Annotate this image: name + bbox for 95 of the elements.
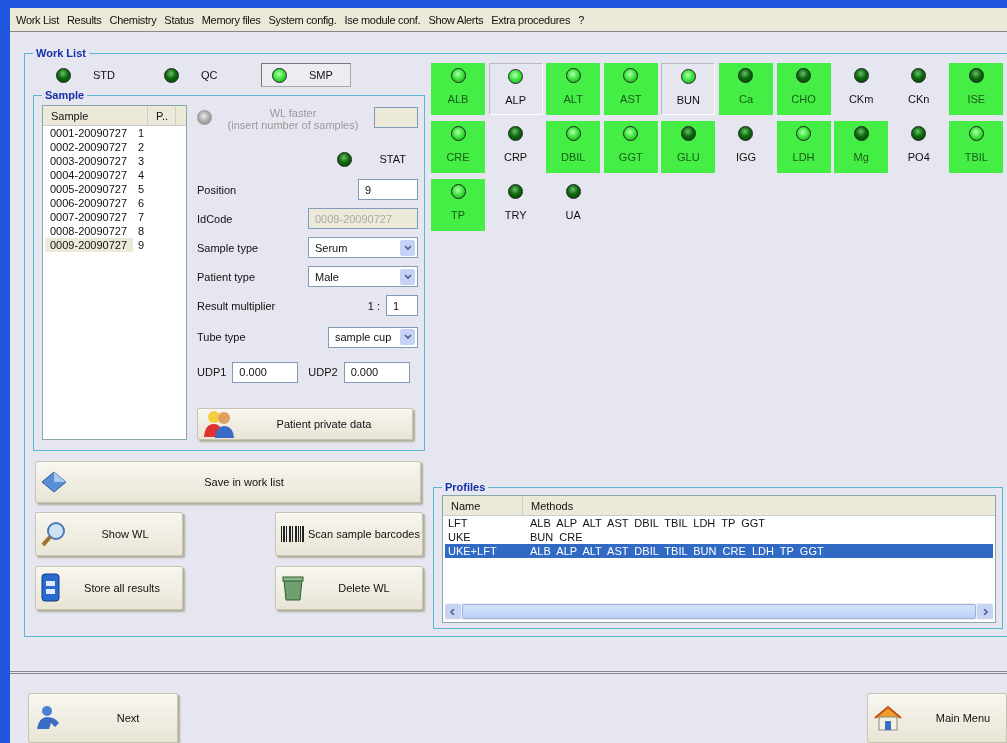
action-button[interactable]: Save in work list: [35, 461, 421, 503]
menu-item[interactable]: Ise module conf.: [341, 13, 426, 26]
profile-row[interactable]: UKE BUN CRE: [445, 530, 994, 544]
test-tile[interactable]: ALB: [431, 63, 485, 115]
menu-item[interactable]: Work List: [13, 13, 64, 26]
action-button[interactable]: Store all results: [35, 566, 183, 610]
field-label: Sample type: [197, 241, 259, 254]
people-icon: [202, 409, 236, 439]
test-tile[interactable]: GGT: [603, 121, 658, 173]
chevron-icon: [403, 273, 412, 280]
menu-item[interactable]: Show Alerts: [425, 13, 489, 26]
menu-item[interactable]: Extra procedures: [488, 13, 576, 26]
field-label: Result multiplier: [197, 299, 276, 312]
menu-item[interactable]: Status: [161, 13, 199, 26]
mode-option[interactable]: SMP: [261, 63, 351, 87]
text-field[interactable]: 1: [386, 295, 418, 316]
test-tile[interactable]: Ca: [718, 63, 773, 115]
sample-row[interactable]: 0005-20090727 5: [43, 182, 186, 196]
test-tile[interactable]: AST: [603, 63, 658, 115]
sample-row[interactable]: 0007-20090727 7: [43, 210, 186, 224]
test-tile[interactable]: ALP: [488, 63, 543, 115]
sample-row[interactable]: 0004-20090727 4: [43, 168, 186, 182]
mode-option[interactable]: QC: [153, 63, 261, 87]
test-tile[interactable]: CKm: [834, 63, 889, 115]
trash-icon: [280, 574, 306, 602]
test-tile[interactable]: CHO: [776, 63, 831, 115]
dropdown[interactable]: sample cup: [328, 326, 418, 348]
chevron-icon: [403, 334, 412, 340]
test-tile[interactable]: BUN: [661, 63, 716, 115]
nav-button[interactable]: Next: [28, 693, 178, 743]
field-label: IdCode: [197, 212, 233, 225]
stat-led[interactable]: [336, 151, 352, 167]
test-tile[interactable]: TBIL: [949, 121, 1004, 173]
test-tile[interactable]: GLU: [661, 121, 716, 173]
action-button[interactable]: Delete WL: [275, 566, 423, 610]
test-tile[interactable]: CRP: [488, 121, 543, 173]
field-label: Tube type: [197, 331, 246, 343]
column-header[interactable]: P..: [148, 106, 176, 125]
field-label: Patient type: [197, 270, 256, 283]
test-tile[interactable]: LDH: [776, 121, 831, 173]
column-header[interactable]: Name: [443, 496, 523, 515]
chevron-icon: [981, 608, 990, 615]
menu-item[interactable]: Chemistry: [106, 13, 162, 26]
panel-title: Profiles: [444, 481, 487, 493]
sample-row[interactable]: 0002-20090727 2: [43, 140, 186, 154]
diamond-icon: [40, 470, 68, 494]
action-button[interactable]: Show WL: [35, 512, 183, 556]
sample-row[interactable]: 0006-20090727 6: [43, 196, 186, 210]
sample-row[interactable]: 0008-20090727 8: [43, 224, 186, 238]
magnifier-icon: [40, 520, 68, 548]
sample-row[interactable]: 0001-20090727 1: [43, 126, 186, 140]
test-tile[interactable]: DBIL: [546, 121, 601, 173]
wl-faster-hint: (insert number of samples): [227, 119, 359, 131]
menu-item[interactable]: Results: [63, 13, 107, 26]
house-icon: [872, 704, 904, 732]
column-header[interactable]: Methods: [523, 496, 983, 515]
patient-data-button[interactable]: Patient private data: [197, 408, 413, 440]
wl-faster-label: WL faster: [269, 107, 317, 119]
barcode-icon: [280, 525, 304, 543]
document-icon: [40, 573, 62, 603]
test-tile[interactable]: Mg: [834, 121, 889, 173]
mode-option[interactable]: STD: [45, 63, 153, 87]
test-tile[interactable]: ALT: [546, 63, 601, 115]
nav-button[interactable]: Main Menu: [867, 693, 1007, 743]
field-label: UDP1: [197, 366, 227, 378]
menu-item[interactable]: Memory files: [198, 13, 266, 26]
test-tile[interactable]: CRE: [431, 121, 485, 173]
menu-item[interactable]: ?: [575, 13, 589, 26]
stat-label: STAT: [379, 153, 406, 165]
test-tile[interactable]: TRY: [488, 179, 543, 231]
panel-title: Sample: [44, 89, 86, 101]
panel-title: Work List: [35, 47, 87, 59]
dropdown[interactable]: Male: [308, 266, 418, 287]
test-tile[interactable]: CKn: [891, 63, 946, 115]
field-label: UDP2: [308, 366, 338, 378]
text-field[interactable]: 0.000: [232, 361, 299, 383]
menu-item[interactable]: System config.: [265, 13, 342, 26]
text-field[interactable]: 9: [358, 179, 418, 200]
chevron-icon: [403, 244, 412, 251]
test-tile[interactable]: UA: [546, 179, 601, 231]
test-tile[interactable]: TP: [431, 179, 485, 231]
horizontal-scrollbar[interactable]: [445, 603, 994, 620]
profile-row[interactable]: LFT ALB ALP ALT AST DBIL TBIL LDH TP GGT: [445, 516, 994, 530]
chevron-icon: [449, 608, 457, 615]
action-button[interactable]: Scan sample barcodes: [275, 512, 423, 556]
column-header[interactable]: Sample: [43, 106, 148, 125]
ratio-label: 1 :: [367, 299, 380, 312]
dropdown[interactable]: Serum: [308, 237, 418, 258]
field-label: Position: [197, 183, 237, 196]
sample-row[interactable]: 0003-20090727 3: [43, 154, 186, 168]
text-field[interactable]: 0.000: [343, 361, 410, 383]
test-tile[interactable]: ISE: [949, 63, 1004, 115]
test-tile[interactable]: IGG: [718, 121, 773, 173]
profile-row[interactable]: UKE+LFT ALB ALP ALT AST DBIL TBIL BUN CRE LDH TP GGT: [445, 544, 994, 558]
test-tile[interactable]: PO4: [891, 121, 946, 173]
